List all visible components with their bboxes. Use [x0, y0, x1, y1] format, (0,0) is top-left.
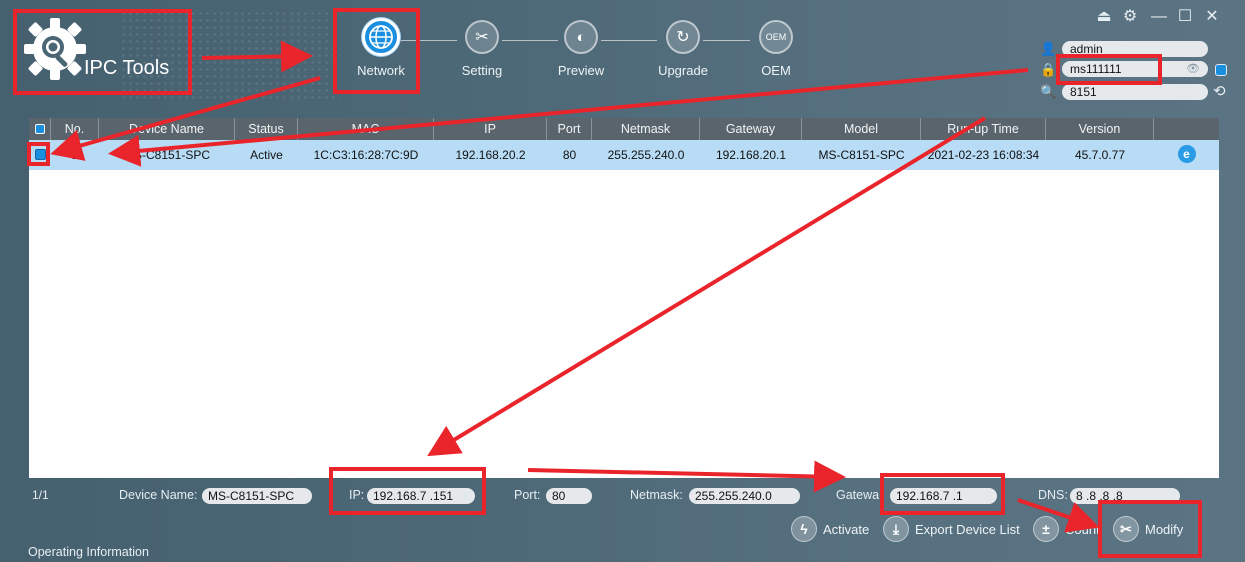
netmask-field[interactable]: 255.255.240.0: [689, 488, 800, 504]
col-version[interactable]: Version: [1046, 118, 1154, 140]
gear-icon[interactable]: ⚙: [1121, 8, 1139, 26]
plus-minus-icon: ±: [1033, 516, 1059, 542]
col-no[interactable]: No.: [51, 118, 99, 140]
refresh-icon[interactable]: ⟲: [1213, 84, 1229, 100]
cell-port: 80: [562, 148, 577, 162]
col-status[interactable]: Status: [235, 118, 298, 140]
activate-label: Activate: [823, 521, 870, 537]
close-icon[interactable]: ✕: [1203, 8, 1221, 26]
minimize-icon[interactable]: —: [1150, 8, 1168, 26]
col-mac[interactable]: MAC: [298, 118, 434, 140]
tab-label: OEM: [761, 63, 791, 78]
activate-button[interactable]: ϟ Activate: [791, 515, 869, 543]
port-field[interactable]: 80: [546, 488, 592, 504]
tools-icon: ✂: [465, 20, 499, 54]
device-table: No. Device Name Status MAC IP Port Netma…: [29, 118, 1219, 478]
maximize-icon[interactable]: ☐: [1176, 8, 1194, 26]
col-model[interactable]: Model: [802, 118, 921, 140]
col-runup-time[interactable]: Run-up Time: [921, 118, 1046, 140]
count-label: Count: [1065, 521, 1100, 537]
tab-preview[interactable]: ◐ Preview: [541, 18, 621, 78]
pin-icon[interactable]: ⏏: [1095, 8, 1113, 26]
cell-mac: 1C:C3:16:28:7C:9D: [313, 148, 419, 162]
tab-oem[interactable]: OEM OEM: [736, 18, 816, 78]
oem-icon: OEM: [759, 20, 793, 54]
col-port[interactable]: Port: [547, 118, 592, 140]
device-name-label: Device Name:: [119, 488, 198, 502]
select-all-checkbox[interactable]: [29, 118, 51, 140]
app-logo: IPC Tools: [20, 16, 180, 86]
tab-network[interactable]: Network: [341, 18, 421, 78]
col-action: [1154, 118, 1219, 140]
col-gateway[interactable]: Gateway: [700, 118, 802, 140]
cell-netmask: 255.255.240.0: [607, 148, 685, 162]
export-label: Export Device List: [915, 521, 1020, 537]
modify-label: Modify: [1145, 521, 1184, 537]
tab-upgrade[interactable]: ↻ Upgrade: [643, 18, 723, 78]
cell-no: 1: [71, 148, 79, 162]
eye-icon[interactable]: 👁: [1186, 61, 1200, 77]
search-row: 🔍: [1040, 83, 1057, 101]
gateway-label: Gatewa: [836, 488, 880, 502]
table-header: No. Device Name Status MAC IP Port Netma…: [29, 118, 1219, 140]
ipc-tools-window: IPC Tools ⏏ ⚙ — ☐ ✕ Network ✂ Setting ◐: [0, 0, 1245, 562]
tools-icon: ✂: [1113, 516, 1139, 542]
gateway-field[interactable]: 192.168.7 .1: [890, 488, 997, 504]
cell-runup-time: 2021-02-23 16:08:34: [927, 148, 1040, 162]
row-checkbox[interactable]: [29, 140, 51, 170]
upgrade-icon: ↻: [666, 20, 700, 54]
cell-model: MS-C8151-SPC: [818, 148, 905, 162]
ip-label: IP:: [349, 488, 365, 502]
password-value: ms111111: [1070, 62, 1122, 76]
operating-information-label: Operating Information: [28, 545, 149, 559]
globe-icon: [362, 18, 400, 56]
dns-field[interactable]: 8 .8 .8 .8: [1070, 488, 1180, 504]
ip-field[interactable]: 192.168.7 .151: [367, 488, 475, 504]
save-password-checkbox[interactable]: [1215, 64, 1227, 76]
preview-icon: ◐: [564, 20, 598, 54]
tab-label: Network: [357, 63, 405, 78]
search-input[interactable]: 8151: [1062, 84, 1208, 100]
cell-version: 45.7.0.77: [1074, 148, 1126, 162]
user-icon: 👤: [1040, 41, 1057, 56]
port-label: Port:: [514, 488, 541, 502]
tab-label: Upgrade: [658, 63, 708, 78]
cell-ip: 192.168.20.2: [455, 148, 526, 162]
activate-icon: ϟ: [791, 516, 817, 542]
netmask-label: Netmask:: [630, 488, 683, 502]
username-field[interactable]: admin: [1062, 41, 1208, 57]
tab-label: Preview: [557, 63, 605, 78]
col-device-name[interactable]: Device Name: [99, 118, 235, 140]
download-icon: ⤓: [883, 516, 909, 542]
gear-search-icon: [24, 18, 86, 80]
cell-device-name: MS-C8151-SPC: [123, 148, 211, 162]
browser-icon[interactable]: e: [1154, 140, 1219, 170]
search-icon: 🔍: [1040, 84, 1057, 99]
tab-label: Setting: [461, 63, 503, 78]
app-title: IPC Tools: [84, 57, 170, 79]
cell-status: Active: [250, 148, 283, 162]
password-field[interactable]: ms111111 👁: [1062, 61, 1208, 77]
table-row[interactable]: 1 MS-C8151-SPC Active 1C:C3:16:28:7C:9D …: [29, 140, 1219, 170]
page-indicator: 1/1: [32, 488, 49, 502]
col-ip[interactable]: IP: [434, 118, 547, 140]
dns-label: DNS:: [1038, 488, 1068, 502]
count-button[interactable]: ± Count: [1033, 515, 1100, 543]
col-netmask[interactable]: Netmask: [592, 118, 700, 140]
export-device-list-button[interactable]: ⤓ Export Device List: [883, 515, 1020, 543]
password-row: 🔒: [1040, 61, 1057, 79]
tab-setting[interactable]: ✂ Setting: [442, 18, 522, 78]
cell-gateway: 192.168.20.1: [715, 148, 787, 162]
lock-icon: 🔒: [1040, 62, 1057, 77]
user-row: 👤: [1040, 40, 1057, 58]
device-name-field[interactable]: MS-C8151-SPC: [202, 488, 312, 504]
modify-button[interactable]: ✂ Modify: [1113, 515, 1183, 543]
